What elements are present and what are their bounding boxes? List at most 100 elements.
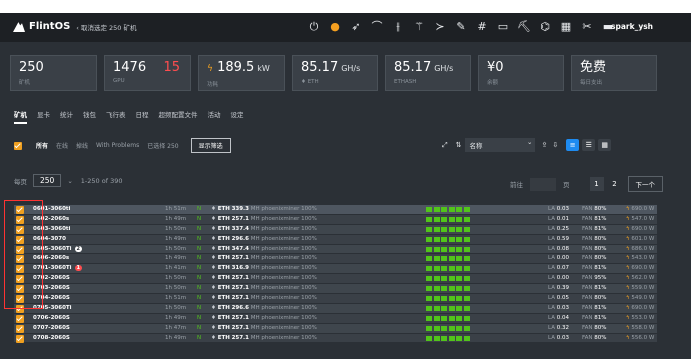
power-draw: ϟ 549.0 W: [626, 295, 655, 302]
wand-icon[interactable]: ⚚: [411, 20, 427, 34]
gauge-icon[interactable]: ⌒: [369, 20, 385, 34]
sort-direction-icon[interactable]: ⇅: [456, 141, 462, 149]
tab-flight-sheets[interactable]: 飞行表: [106, 109, 126, 124]
upload-icon[interactable]: ⇪: [541, 141, 547, 149]
gpu-status-bars: [426, 296, 471, 302]
pick-icon[interactable]: ⛏: [516, 20, 532, 34]
power-draw: ϟ 553.0 W: [626, 314, 655, 321]
stat-eth[interactable]: 85.17 GH/s ♦ ETH: [292, 55, 378, 91]
page-2[interactable]: 2: [608, 177, 622, 191]
load-average: LA 0.03: [548, 206, 569, 212]
power-draw: ϟ 547.0 W: [626, 215, 655, 222]
stat-rigs[interactable]: 250 矿机: [10, 55, 97, 91]
username[interactable]: spark_ysh: [611, 22, 653, 31]
per-page-select[interactable]: 250: [33, 174, 62, 187]
table-row[interactable]: 0603-3060ti 1h 50m N ♦ ETH 337.4 MH phoenix…: [14, 224, 657, 235]
hashrate-unit: MH: [250, 285, 260, 292]
table-row[interactable]: 0708-2060S 1h 49m N ♦ ETH 257.1 MH phoenixm…: [14, 333, 657, 344]
usb-icon[interactable]: ⌬: [537, 20, 553, 34]
tab-stats[interactable]: 统计: [60, 109, 73, 124]
load-average: LA 0.03: [548, 334, 569, 341]
goto-page-input[interactable]: [530, 177, 556, 191]
back-link[interactable]: ‹ 取消选定 250 矿机: [76, 22, 136, 32]
table-row[interactable]: 0606-2060s 1h 49m N ♦ ETH 257.1 MH phoenixm…: [14, 254, 657, 265]
eth-icon: ♦: [211, 245, 216, 252]
pagination: 前往 页 1 2 下一个: [510, 176, 663, 192]
chevron-down-icon[interactable]: ⌄: [67, 177, 72, 185]
select-all-checkbox[interactable]: [14, 141, 22, 150]
filter-online[interactable]: 在线: [56, 141, 68, 150]
sort-select[interactable]: 名称: [465, 138, 536, 152]
table-row[interactable]: 0706-2060S 1h 49m N ♦ ETH 257.1 MH phoenixm…: [14, 313, 657, 324]
coin: ETH: [217, 295, 230, 302]
list-view-icon[interactable]: ≡: [566, 139, 580, 151]
tab-wallets[interactable]: 钱包: [83, 109, 96, 124]
row-checkbox[interactable]: [16, 324, 24, 333]
table-row[interactable]: 0705-3060Ti 1h 50m N ♦ ETH 296.6 MH phoenix…: [14, 303, 657, 314]
hash-icon[interactable]: #: [474, 20, 490, 34]
show-filters-button[interactable]: 显示筛选: [190, 138, 231, 153]
uptime: 1h 50m: [165, 275, 187, 282]
grid-view-icon[interactable]: ▦: [598, 139, 612, 151]
rig-name[interactable]: 0706-2060S: [33, 314, 70, 324]
share-pct: 100%: [301, 215, 317, 222]
uptime: 1h 47m: [165, 324, 187, 331]
sliders-icon[interactable]: ⫲: [390, 20, 406, 34]
chip-icon[interactable]: ▦: [558, 20, 574, 34]
compact-view-icon[interactable]: ☰: [582, 139, 596, 151]
table-row[interactable]: 0702-2060S 1h 50m N ♦ ETH 257.1 MH phoenixm…: [14, 274, 657, 285]
stat-daily-cost[interactable]: 免费 每日支出: [571, 55, 657, 91]
filter-offline[interactable]: 掉线: [76, 141, 88, 150]
expand-icon[interactable]: ⤢: [442, 141, 448, 150]
monitor-icon[interactable]: ▭: [495, 20, 511, 34]
filter-problems[interactable]: With Problems: [96, 142, 139, 149]
table-row[interactable]: 0701-3060Ti 1 1h 41m N ♦ ETH 316.9 MH phoeni…: [14, 264, 657, 275]
row-checkbox[interactable]: [16, 334, 24, 343]
hashrate-value: 339.3: [231, 206, 249, 212]
tab-schedule[interactable]: 日程: [136, 109, 149, 124]
load-average: LA 0.25: [548, 225, 569, 232]
stat-balance[interactable]: ¥0 余额: [478, 55, 564, 91]
table-row[interactable]: 0707-2060S 1h 47m N ♦ ETH 257.1 MH phoenixm…: [14, 323, 657, 334]
next-page-button[interactable]: 下一个: [627, 176, 663, 192]
coin: ETH: [217, 255, 230, 262]
table-row[interactable]: 0704-2060S 1h 51m N ♦ ETH 257.1 MH phoenixm…: [14, 294, 657, 304]
page-1[interactable]: 1: [589, 177, 604, 191]
stat-ethash[interactable]: 85.17 GH/s ETHASH: [385, 55, 471, 91]
power-draw: ϟ 558.0 W: [626, 324, 655, 331]
table-row[interactable]: 0602-2060s 1h 49m N ♦ ETH 257.1 MH phoenixm…: [14, 214, 657, 225]
power-icon[interactable]: ⏻: [306, 20, 322, 34]
tab-oc-profiles[interactable]: 超频配置文件: [159, 109, 198, 124]
tab-rigs[interactable]: 矿机: [14, 109, 27, 124]
status: N: [197, 245, 202, 252]
eth-icon: ♦: [211, 324, 216, 331]
fan-speed: FAN 81%: [582, 215, 607, 222]
hashrate: ♦ ETH 257.1 MH phoenixminer 100%: [211, 284, 317, 294]
terminal-icon[interactable]: ≻: [432, 20, 448, 34]
orange-icon[interactable]: ●: [327, 20, 343, 34]
stat-gpu-problems: 15: [163, 60, 180, 75]
logo[interactable]: FlintOS ‹ 取消选定 250 矿机: [13, 21, 137, 32]
goto-label: 前往: [510, 181, 523, 189]
download-icon[interactable]: ⇩: [552, 141, 558, 149]
tab-settings[interactable]: 设定: [231, 109, 244, 124]
stat-gpu[interactable]: 1476 15 GPU: [104, 55, 191, 91]
uptime: 1h 50m: [165, 304, 187, 311]
row-checkbox[interactable]: [16, 314, 24, 323]
brush-icon[interactable]: ✎: [453, 20, 469, 34]
tab-activity[interactable]: 活动: [208, 109, 221, 124]
rig-name[interactable]: 0708-2060S: [33, 334, 70, 344]
table-row[interactable]: 0703-2060S 1h 50m N ♦ ETH 257.1 MH phoenixm…: [14, 284, 657, 295]
table-row[interactable]: 0605-3060Ti 2 1h 50m N ♦ ETH 347.4 MH phoeni…: [14, 244, 657, 255]
tools-icon[interactable]: ✂: [579, 20, 595, 34]
rocket-icon[interactable]: ➶: [348, 20, 364, 34]
table-row[interactable]: 0601-3060ti 1h 51m N ♦ ETH 339.3 MH phoenix…: [14, 205, 657, 215]
stat-value: 85.17: [394, 60, 432, 75]
filter-all[interactable]: 所有: [36, 141, 48, 150]
stats-row: 250 矿机 1476 15 GPU ϟ 189.5 kW 功耗 85.17 GH/…: [10, 55, 657, 91]
stat-power[interactable]: ϟ 189.5 kW 功耗: [198, 55, 285, 91]
rig-name[interactable]: 0707-2060S: [33, 324, 70, 334]
tab-gpus[interactable]: 显卡: [37, 109, 50, 124]
table-row[interactable]: 0604-3070 1h 49m N ♦ ETH 296.6 MH phoenixmi…: [14, 234, 657, 245]
hashrate-unit: MH: [250, 225, 260, 232]
